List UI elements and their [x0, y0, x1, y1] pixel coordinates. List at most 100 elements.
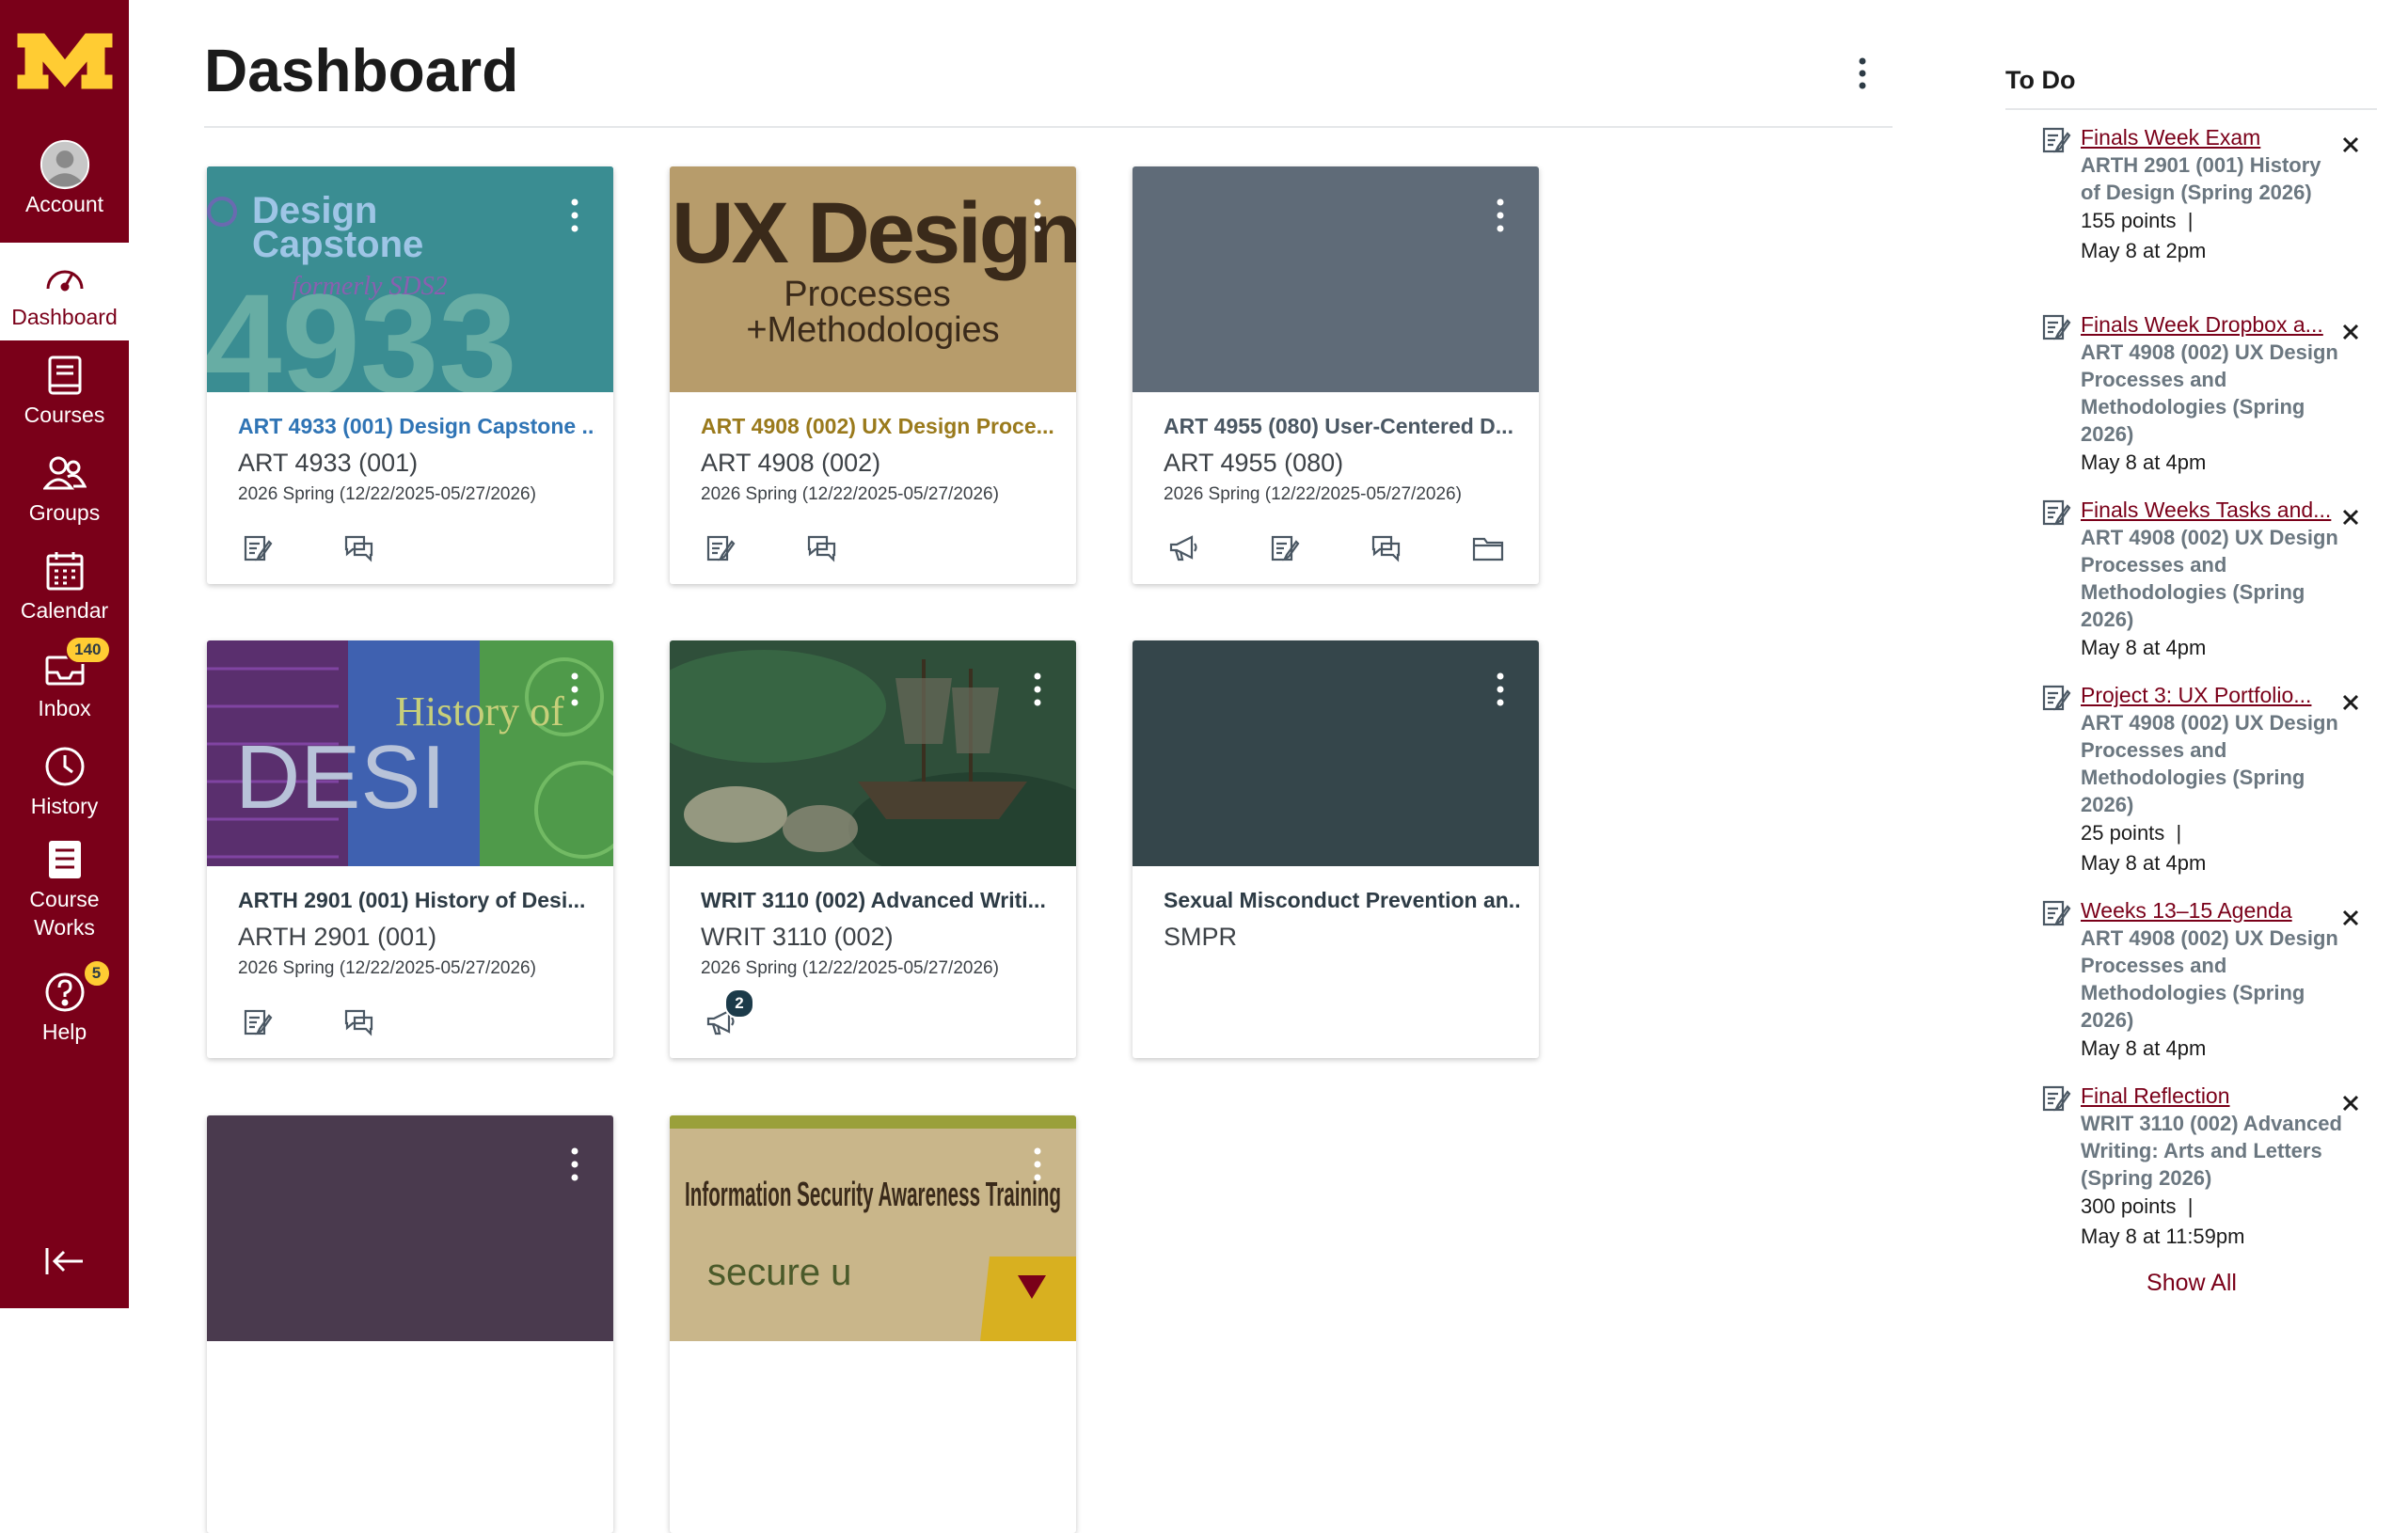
hero-line3: formerly SDS2 — [292, 272, 448, 301]
course-card[interactable]: History of DESI ARTH 2901 (001) History … — [207, 640, 613, 1058]
nav-calendar[interactable]: Calendar — [0, 536, 129, 634]
dismiss-todo-button[interactable] — [2335, 687, 2367, 719]
course-name-link[interactable]: ARTH 2901 (001) History of Desi... — [238, 888, 595, 913]
todo-course: ART 4908 (002) UX Design Processes and M… — [2081, 711, 2338, 816]
nav-history[interactable]: History — [0, 732, 129, 830]
course-card[interactable]: Information Security Awareness Training … — [670, 1115, 1076, 1533]
kebab-menu-icon — [571, 672, 578, 706]
university-logo[interactable] — [0, 0, 129, 122]
course-hero-image: Information Security Awareness Training … — [670, 1115, 1076, 1341]
close-icon — [2342, 1095, 2359, 1112]
card-options-button[interactable] — [562, 1144, 587, 1185]
card-options-button[interactable] — [562, 669, 587, 710]
files-button[interactable] — [1465, 528, 1511, 569]
course-term: 2026 Spring (12/22/2025-05/27/2026) — [1164, 484, 1462, 504]
hero-line1: Information Security Awareness Training — [685, 1175, 1061, 1213]
todo-course: ARTH 2901 (001) History of Design (Sprin… — [2081, 153, 2321, 204]
card-options-button[interactable] — [1025, 195, 1050, 236]
announcements-button[interactable] — [1161, 528, 1206, 569]
course-term: 2026 Spring (12/22/2025-05/27/2026) — [238, 484, 536, 504]
nav-dashboard[interactable]: Dashboard — [0, 243, 129, 340]
close-icon — [2342, 324, 2359, 340]
course-card[interactable]: 4933 Design Capstone formerly SDS2 ART 4… — [207, 166, 613, 584]
course-card-hero[interactable] — [207, 1115, 613, 1341]
course-name-link[interactable]: ART 4908 (002) UX Design Proce... — [701, 414, 1058, 439]
course-name-link[interactable]: Sexual Misconduct Prevention an... — [1164, 888, 1521, 913]
dismiss-todo-button[interactable] — [2335, 902, 2367, 934]
assignments-button[interactable] — [1262, 528, 1307, 569]
nav-label: Dashboard — [11, 305, 118, 329]
course-card-hero[interactable]: Information Security Awareness Training … — [670, 1115, 1076, 1341]
course-hero-image: History of DESI — [207, 640, 613, 866]
nav-label: Groups — [28, 500, 101, 525]
todo-title-link[interactable]: Finals Weeks Tasks and... — [2081, 496, 2344, 524]
nav-inbox[interactable]: 140 Inbox — [0, 634, 129, 732]
todo-course: ART 4908 (002) UX Design Processes and M… — [2081, 926, 2338, 1032]
nav-account[interactable]: Account — [0, 130, 129, 228]
course-name-link[interactable]: WRIT 3110 (002) Advanced Writi... — [701, 888, 1058, 913]
dismiss-todo-button[interactable] — [2335, 501, 2367, 533]
discussions-button[interactable] — [337, 1002, 382, 1043]
nav-course-works[interactable]: Course Works — [0, 831, 129, 944]
dashboard-options-button[interactable] — [1844, 52, 1881, 95]
course-card[interactable]: UX Design Processes +Methodologies ART 4… — [670, 166, 1076, 584]
nav-label: Help — [41, 1019, 87, 1044]
nav-courses[interactable]: Courses — [0, 340, 129, 438]
card-options-button[interactable] — [1488, 669, 1513, 710]
card-actions — [670, 520, 1076, 577]
collapse-nav-button[interactable] — [0, 1233, 129, 1289]
dismiss-todo-button[interactable] — [2335, 129, 2367, 161]
assignments-button[interactable] — [235, 1002, 280, 1043]
course-card[interactable]: WRIT 3110 (002) Advanced Writi... WRIT 3… — [670, 640, 1076, 1058]
todo-course: WRIT 3110 (002) Advanced Writing: Arts a… — [2081, 1112, 2342, 1190]
card-options-button[interactable] — [562, 195, 587, 236]
assignments-button[interactable] — [698, 528, 743, 569]
course-card-hero[interactable]: UX Design Processes +Methodologies — [670, 166, 1076, 392]
course-name-link[interactable]: ART 4933 (001) Design Capstone ... — [238, 414, 595, 439]
todo-title-link[interactable]: Finals Week Exam — [2081, 123, 2344, 151]
kebab-menu-icon — [571, 198, 578, 232]
course-card[interactable]: ART 4955 (080) User-Centered D... ART 49… — [1133, 166, 1539, 584]
show-all-todo-link[interactable]: Show All — [2079, 1270, 2305, 1297]
announcements-button[interactable]: 2 — [698, 988, 754, 1043]
card-actions: 2 — [670, 988, 1076, 1051]
nav-help[interactable]: 5 Help — [0, 957, 129, 1055]
course-card-hero[interactable] — [1133, 640, 1539, 866]
nav-groups[interactable]: Groups — [0, 438, 129, 536]
course-card[interactable]: Sexual Misconduct Prevention an... SMPR — [1133, 640, 1539, 1058]
todo-course: ART 4908 (002) UX Design Processes and M… — [2081, 526, 2338, 631]
dismiss-todo-button[interactable] — [2335, 1087, 2367, 1119]
course-card-hero[interactable] — [1133, 166, 1539, 392]
todo-body: Final Reflection WRIT 3110 (002) Advance… — [2081, 1082, 2344, 1252]
assignment-icon — [244, 1009, 273, 1035]
help-badge: 5 — [82, 959, 111, 988]
discussions-button[interactable] — [337, 528, 382, 569]
todo-title-link[interactable]: Weeks 13–15 Agenda — [2081, 896, 2344, 925]
course-card[interactable] — [207, 1115, 613, 1533]
todo-title-link[interactable]: Project 3: UX Portfolio... — [2081, 681, 2344, 709]
card-options-button[interactable] — [1488, 195, 1513, 236]
discussions-button[interactable] — [800, 528, 845, 569]
todo-title-link[interactable]: Finals Week Dropbox a... — [2081, 310, 2344, 339]
course-name-link[interactable]: ART 4955 (080) User-Centered D... — [1164, 414, 1521, 439]
calendar-icon — [40, 545, 90, 596]
todo-body: Finals Week Dropbox a... ART 4908 (002) … — [2081, 310, 2344, 478]
todo-title-link[interactable]: Final Reflection — [2081, 1082, 2344, 1110]
course-card-hero[interactable]: History of DESI — [207, 640, 613, 866]
todo-body: Weeks 13–15 Agenda ART 4908 (002) UX Des… — [2081, 896, 2344, 1064]
help-icon: 5 — [40, 959, 111, 1018]
card-options-button[interactable] — [1025, 669, 1050, 710]
course-term: 2026 Spring (12/22/2025-05/27/2026) — [238, 958, 536, 978]
course-card-hero[interactable]: 4933 Design Capstone formerly SDS2 — [207, 166, 613, 392]
kebab-menu-icon — [571, 1147, 578, 1181]
assignments-button[interactable] — [235, 528, 280, 569]
folder-icon — [1472, 537, 1504, 561]
dismiss-todo-button[interactable] — [2335, 316, 2367, 348]
card-options-button[interactable] — [1025, 1144, 1050, 1185]
course-card-hero[interactable] — [670, 640, 1076, 866]
discussions-button[interactable] — [1364, 528, 1409, 569]
todo-points: 300 points — [2081, 1194, 2177, 1218]
card-actions — [207, 520, 613, 577]
todo-points-line: 300 points | — [2081, 1192, 2344, 1222]
kebab-menu-icon — [1034, 1147, 1041, 1181]
